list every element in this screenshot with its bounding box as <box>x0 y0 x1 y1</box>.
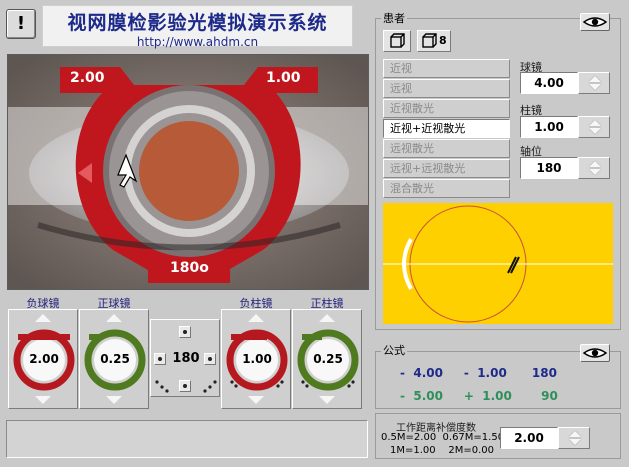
axis-up-button[interactable] <box>179 326 191 338</box>
cyl-stepper[interactable] <box>578 116 610 138</box>
axis-term: 90 <box>541 389 558 403</box>
axis-term: 180 <box>531 366 557 380</box>
eye-cross-section <box>383 205 613 323</box>
neg-cyl-down-arrow[interactable] <box>248 396 264 404</box>
neg-sphere-down-arrow[interactable] <box>35 396 51 404</box>
neg-sphere-up-arrow[interactable] <box>35 314 51 322</box>
rotate-cw-icon[interactable] <box>201 376 219 394</box>
cube-icon <box>390 33 405 48</box>
axis-left-button[interactable] <box>154 353 166 365</box>
refraction-type-item[interactable]: 近视散光 <box>383 99 510 118</box>
pos-cyl-control: 0.25 <box>292 309 362 409</box>
sphere-value[interactable]: 4.00 <box>520 72 578 94</box>
cube-icon <box>422 33 437 48</box>
eye-illustration <box>8 55 368 289</box>
pos-cyl-down-arrow[interactable] <box>319 396 335 404</box>
info-button[interactable]: ! <box>6 9 36 39</box>
pos-sphere-control: 0.25 <box>79 309 149 409</box>
working-distance-stepper[interactable] <box>558 427 590 449</box>
neg-cyl-control: 1.00 <box>221 309 291 409</box>
app-title: 视网膜检影验光模拟演示系统 <box>67 12 328 34</box>
cyl-term: 1.00 <box>477 366 507 380</box>
sign: - <box>463 366 469 380</box>
working-distance-line-2: 1M=1.00 2M=0.00 <box>390 445 494 456</box>
eye-icon <box>582 348 608 358</box>
axis-right-button[interactable] <box>204 353 216 365</box>
pos-sphere-down-arrow[interactable] <box>106 396 122 404</box>
right-power-readout: 1.00 <box>266 70 301 86</box>
cyl-term: 1.00 <box>482 389 512 403</box>
pos-sphere-value: 0.25 <box>100 352 130 366</box>
neg-cyl-up-arrow[interactable] <box>248 314 264 322</box>
eye-icon <box>582 17 608 27</box>
refraction-type-item[interactable]: 远视+远视散光 <box>383 159 510 178</box>
retinoscope-eye-view[interactable]: 2.00 1.00 180o <box>7 54 369 290</box>
retina-diagram <box>383 203 613 324</box>
working-distance-line-1: 0.5M=2.00 0.67M=1.50 <box>381 432 505 443</box>
sign: + <box>463 389 474 403</box>
neg-cyl-value: 1.00 <box>242 352 272 366</box>
pos-cyl-up-arrow[interactable] <box>319 314 335 322</box>
single-view-button[interactable] <box>383 30 411 52</box>
sign: - <box>400 366 405 380</box>
formula-panel-title: 公式 <box>381 342 407 358</box>
sphere-term: 4.00 <box>413 366 443 380</box>
pos-cyl-value: 0.25 <box>313 352 343 366</box>
status-bar <box>6 420 368 458</box>
view-count: 8 <box>439 34 447 47</box>
formula-row-2: - 5.00 + 1.00 90 <box>400 389 558 403</box>
patient-toggle-button[interactable] <box>580 13 610 31</box>
cyl-value[interactable]: 1.00 <box>520 116 578 138</box>
app-url[interactable]: http://www.ahdm.cn <box>43 35 352 49</box>
sphere-stepper[interactable] <box>578 72 610 94</box>
pupil-reflex <box>139 121 239 221</box>
refraction-type-item[interactable]: 近视 <box>383 59 510 78</box>
title-banner: 视网膜检影验光模拟演示系统 http://www.ahdm.cn <box>42 5 353 49</box>
formula-row-1: - 4.00 - 1.00 180 <box>400 366 557 380</box>
pos-sphere-up-arrow[interactable] <box>106 314 122 322</box>
axis-value: 180 <box>172 351 200 366</box>
refraction-type-item[interactable]: 近视+近视散光 <box>383 119 510 138</box>
axis-readout: 180o <box>170 260 209 276</box>
axis-field-value[interactable]: 180 <box>520 157 578 179</box>
axis-down-button[interactable] <box>179 380 191 392</box>
refraction-type-list: 近视 远视 近视散光 近视+近视散光 远视散光 远视+远视散光 混合散光 <box>383 59 510 198</box>
refraction-type-item[interactable]: 远视 <box>383 79 510 98</box>
refraction-type-item[interactable]: 远视散光 <box>383 139 510 158</box>
sphere-term: 5.00 <box>413 389 443 403</box>
refraction-type-item[interactable]: 混合散光 <box>383 179 510 198</box>
patient-panel-title: 患者 <box>381 10 407 26</box>
axis-control: 180 <box>150 319 220 397</box>
rotate-ccw-icon[interactable] <box>153 376 171 394</box>
formula-toggle-button[interactable] <box>580 344 610 362</box>
sign: - <box>400 389 405 403</box>
neg-sphere-control: 2.00 <box>8 309 78 409</box>
neg-sphere-value: 2.00 <box>29 352 59 366</box>
multi-view-button[interactable]: 8 <box>417 30 451 52</box>
working-distance-value[interactable]: 2.00 <box>500 427 558 449</box>
left-power-readout: 2.00 <box>70 70 105 86</box>
axis-stepper[interactable] <box>578 157 610 179</box>
